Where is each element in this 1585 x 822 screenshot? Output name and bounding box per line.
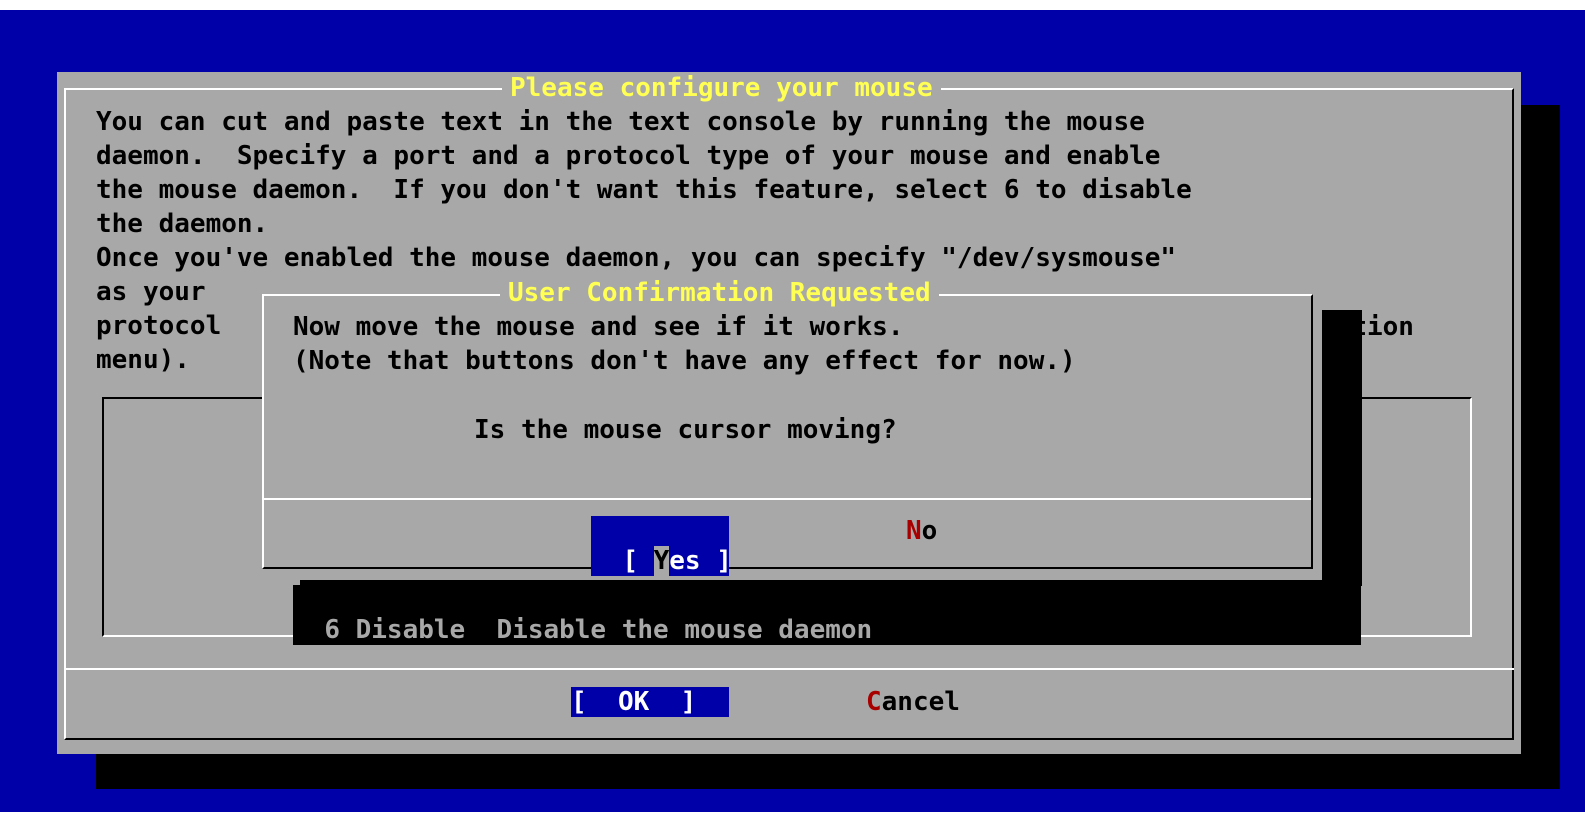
cancel-button[interactable]: Cancel bbox=[866, 687, 960, 717]
main-dialog-body-line-3: the mouse daemon. If you don't want this… bbox=[96, 175, 1192, 205]
yes-hotkey: Y bbox=[653, 546, 670, 576]
cancel-label: ancel bbox=[881, 687, 960, 717]
no-label: o bbox=[921, 516, 938, 546]
yes-bracket: [ bbox=[622, 546, 654, 576]
confirm-question: Is the mouse cursor moving? bbox=[474, 415, 897, 445]
main-dialog-title: Please configure your mouse bbox=[502, 73, 941, 103]
list-item-number: 6 bbox=[324, 615, 340, 645]
main-dialog-body-line-6: as your bbox=[96, 277, 206, 307]
main-dialog-separator bbox=[64, 668, 1514, 670]
no-button[interactable]: No bbox=[906, 516, 937, 546]
no-hotkey: N bbox=[906, 516, 922, 546]
confirm-line-1: Now move the mouse and see if it works. bbox=[293, 312, 904, 342]
confirm-dialog-separator bbox=[264, 498, 1311, 500]
yes-label: es ] bbox=[669, 546, 732, 576]
list-item-description: Disable the mouse daemon bbox=[496, 615, 873, 645]
main-dialog-body-line-8: menu). bbox=[96, 345, 190, 375]
confirm-line-2: (Note that buttons don't have any effect… bbox=[293, 346, 1076, 376]
confirm-dialog-title: User Confirmation Requested bbox=[500, 278, 939, 308]
cancel-hotkey: C bbox=[866, 687, 882, 717]
list-item-name: Disable bbox=[355, 615, 466, 645]
main-dialog-body-line-7: protocol bbox=[96, 311, 222, 341]
main-dialog-body-line-5: Once you've enabled the mouse daemon, yo… bbox=[96, 243, 1177, 273]
yes-button[interactable]: [ Yes ] bbox=[591, 516, 732, 576]
ok-button[interactable]: [ OK ] bbox=[571, 687, 729, 717]
main-dialog-body-line-2: daemon. Specify a port and a protocol ty… bbox=[96, 141, 1161, 171]
list-item-disable[interactable]: 6 Disable Disable the mouse daemon bbox=[293, 585, 1361, 645]
main-dialog-body-line-1: You can cut and paste text in the text c… bbox=[96, 107, 1145, 137]
main-dialog-body-line-4: the daemon. bbox=[96, 209, 269, 239]
